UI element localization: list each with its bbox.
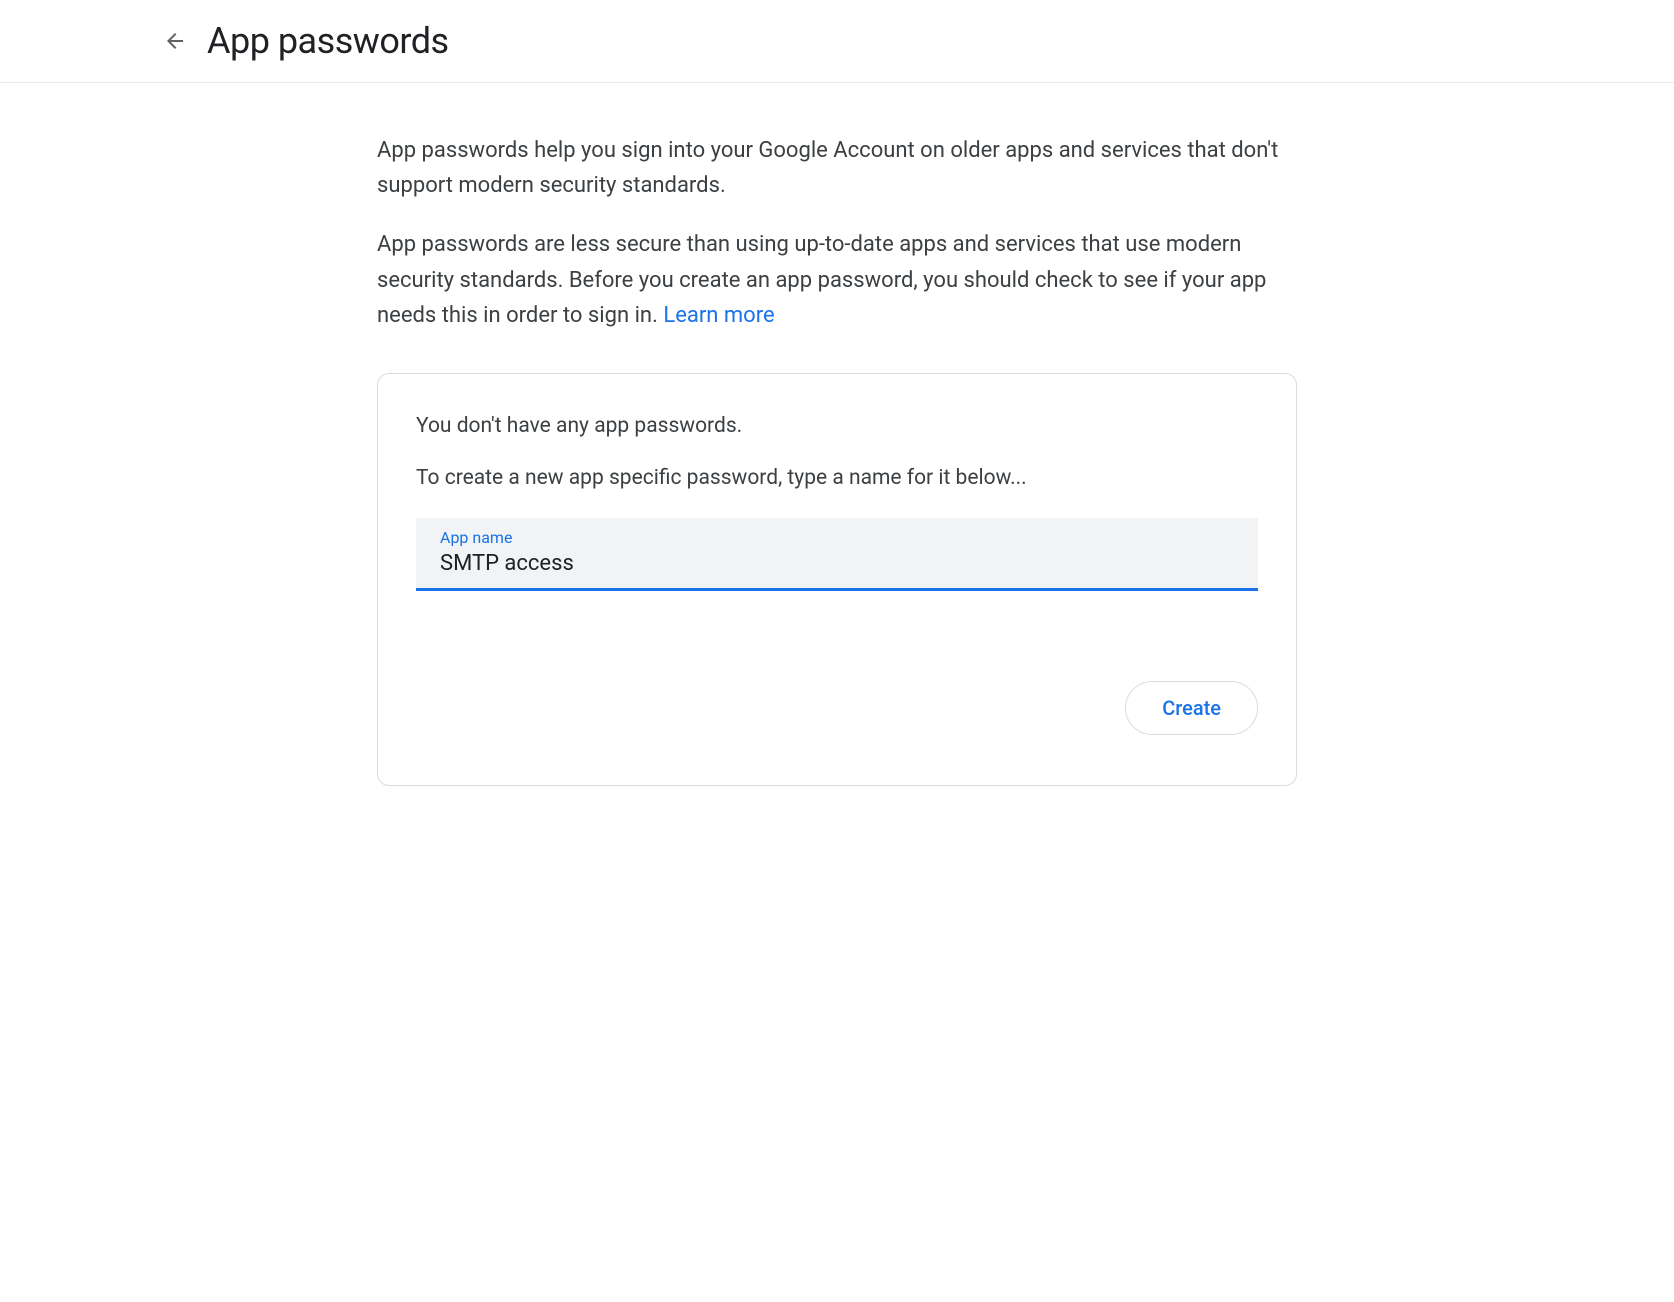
button-row: Create — [416, 681, 1258, 735]
description-section: App passwords help you sign into your Go… — [377, 133, 1297, 333]
page-header: App passwords — [0, 0, 1674, 83]
description-paragraph-2: App passwords are less secure than using… — [377, 227, 1297, 333]
back-button[interactable] — [155, 21, 195, 61]
no-passwords-text: You don't have any app passwords. — [416, 414, 1258, 438]
app-name-input[interactable] — [440, 551, 1234, 576]
learn-more-link[interactable]: Learn more — [663, 303, 774, 328]
app-name-input-container[interactable]: App name — [416, 518, 1258, 591]
description-paragraph-1: App passwords help you sign into your Go… — [377, 133, 1297, 203]
arrow-left-icon — [163, 29, 187, 53]
create-button[interactable]: Create — [1125, 681, 1258, 735]
instruction-text: To create a new app specific password, t… — [416, 466, 1258, 490]
app-passwords-card: You don't have any app passwords. To cre… — [377, 373, 1297, 786]
app-name-label: App name — [440, 528, 1234, 547]
page-title: App passwords — [207, 20, 449, 62]
main-content: App passwords help you sign into your Go… — [377, 83, 1297, 786]
